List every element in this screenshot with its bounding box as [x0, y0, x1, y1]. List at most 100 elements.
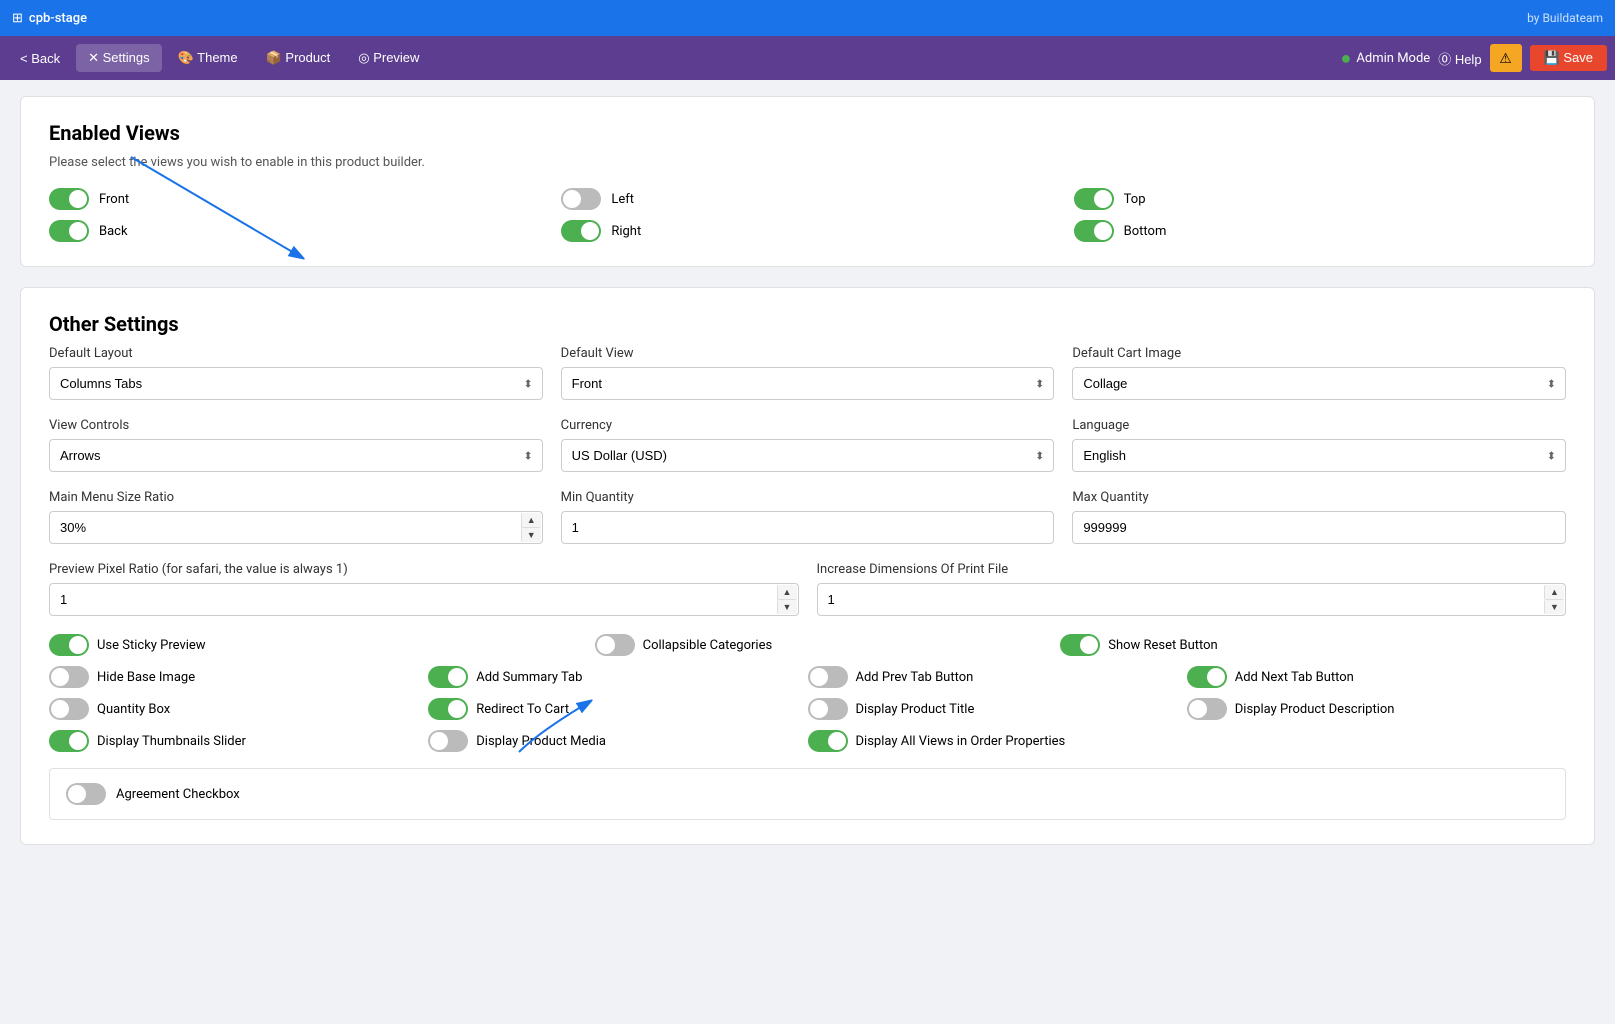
- add-prev-tab-label: Add Prev Tab Button: [856, 670, 974, 685]
- toggle-top: Top: [1074, 188, 1566, 210]
- preview-pixel-ratio-input[interactable]: [49, 583, 799, 616]
- language-field: Language English French: [1072, 418, 1566, 472]
- toggle-front: Front: [49, 188, 541, 210]
- settings-button[interactable]: ✕ Settings: [76, 44, 161, 72]
- save-button[interactable]: 💾 Save: [1530, 45, 1607, 71]
- toggle-back: Back: [49, 220, 541, 242]
- toggle-right: Right: [561, 220, 1053, 242]
- add-summary-tab-label: Add Summary Tab: [476, 670, 582, 685]
- warning-button[interactable]: ⚠: [1490, 44, 1522, 72]
- view-controls-field: View Controls Arrows Dots: [49, 418, 543, 472]
- main-menu-size-down[interactable]: ▼: [521, 528, 541, 542]
- help-button[interactable]: ⓪ Help: [1438, 49, 1481, 68]
- default-layout-label: Default Layout: [49, 346, 543, 361]
- max-quantity-input[interactable]: [1072, 511, 1566, 544]
- language-label: Language: [1072, 418, 1566, 433]
- hide-base-image-label: Hide Base Image: [97, 670, 195, 685]
- min-quantity-input[interactable]: [561, 511, 1055, 544]
- display-all-views-order-switch[interactable]: [808, 730, 848, 752]
- toggle-left: Left: [561, 188, 1053, 210]
- main-menu-size-ratio-label: Main Menu Size Ratio: [49, 490, 543, 505]
- toggle-show-reset-button: Show Reset Button: [1060, 634, 1566, 656]
- enabled-views-title: Enabled Views: [49, 121, 1566, 145]
- toggle-bottom-switch[interactable]: [1074, 220, 1114, 242]
- increase-dim-down[interactable]: ▼: [1544, 600, 1564, 614]
- main-menu-size-ratio-spinners: ▲ ▼: [521, 513, 541, 542]
- enabled-views-card: Enabled Views Please select the views yo…: [20, 96, 1595, 267]
- settings-row-1: Default Layout Columns Tabs Single Colum…: [49, 346, 1566, 400]
- currency-select[interactable]: US Dollar (USD) Euro (EUR): [561, 439, 1055, 472]
- toggle-left-label: Left: [611, 192, 634, 207]
- product-button[interactable]: 📦 Product: [254, 44, 343, 72]
- default-cart-image-select[interactable]: Collage Front: [1072, 367, 1566, 400]
- toggle-hide-base-image: Hide Base Image: [49, 666, 428, 688]
- default-layout-field: Default Layout Columns Tabs Single Colum…: [49, 346, 543, 400]
- default-cart-image-label: Default Cart Image: [1072, 346, 1566, 361]
- toggle-display-product-description: Display Product Description: [1187, 698, 1566, 720]
- main-menu-size-ratio-input[interactable]: [49, 511, 543, 544]
- display-product-description-switch[interactable]: [1187, 698, 1227, 720]
- default-cart-image-wrapper: Collage Front: [1072, 367, 1566, 400]
- default-view-label: Default View: [561, 346, 1055, 361]
- main-menu-size-up[interactable]: ▲: [521, 513, 541, 528]
- toggle-back-switch[interactable]: [49, 220, 89, 242]
- toggle-row-3: Quantity Box Redirect To Cart Display Pr…: [49, 698, 1566, 720]
- display-all-views-order-label: Display All Views in Order Properties: [856, 734, 1066, 749]
- theme-button[interactable]: 🎨 Theme: [166, 44, 250, 72]
- toggle-use-sticky-preview: Use Sticky Preview: [49, 634, 555, 656]
- display-thumbnails-slider-switch[interactable]: [49, 730, 89, 752]
- agreement-checkbox-switch[interactable]: [66, 783, 106, 805]
- toggle-display-product-media: Display Product Media: [428, 730, 807, 752]
- use-sticky-preview-switch[interactable]: [49, 634, 89, 656]
- hide-base-image-switch[interactable]: [49, 666, 89, 688]
- toggle-bottom: Bottom: [1074, 220, 1566, 242]
- preview-pixel-ratio-spinners: ▲ ▼: [777, 585, 797, 614]
- toggle-add-next-tab: Add Next Tab Button: [1187, 666, 1566, 688]
- preview-pixel-ratio-label: Preview Pixel Ratio (for safari, the val…: [49, 562, 799, 577]
- app-title: ⊞ cpb-stage: [12, 11, 87, 26]
- toggle-back-label: Back: [99, 224, 128, 239]
- views-col-2: Left Right: [561, 188, 1053, 242]
- view-controls-select[interactable]: Arrows Dots: [49, 439, 543, 472]
- toggle-collapsible-categories: Collapsible Categories: [555, 634, 1061, 656]
- increase-dimensions-wrapper: ▲ ▼: [817, 583, 1567, 616]
- default-view-select[interactable]: Front Back: [561, 367, 1055, 400]
- toggle-right-switch[interactable]: [561, 220, 601, 242]
- settings-row-4: Preview Pixel Ratio (for safari, the val…: [49, 562, 1566, 616]
- increase-dim-up[interactable]: ▲: [1544, 585, 1564, 600]
- add-prev-tab-switch[interactable]: [808, 666, 848, 688]
- currency-wrapper: US Dollar (USD) Euro (EUR): [561, 439, 1055, 472]
- redirect-to-cart-switch[interactable]: [428, 698, 468, 720]
- main-menu-size-ratio-wrapper: ▲ ▼: [49, 511, 543, 544]
- quantity-box-label: Quantity Box: [97, 702, 170, 717]
- add-next-tab-switch[interactable]: [1187, 666, 1227, 688]
- settings-row-2: View Controls Arrows Dots Currency US Do…: [49, 418, 1566, 472]
- toggle-row-2: Hide Base Image Add Summary Tab Add Prev…: [49, 666, 1566, 688]
- back-button[interactable]: < Back: [8, 45, 72, 72]
- display-product-media-switch[interactable]: [428, 730, 468, 752]
- toggle-display-thumbnails-slider: Display Thumbnails Slider: [49, 730, 428, 752]
- collapsible-categories-switch[interactable]: [595, 634, 635, 656]
- add-summary-tab-switch[interactable]: [428, 666, 468, 688]
- toggle-top-label: Top: [1124, 192, 1146, 207]
- toggle-front-switch[interactable]: [49, 188, 89, 210]
- toggle-top-switch[interactable]: [1074, 188, 1114, 210]
- toggle-bottom-label: Bottom: [1124, 224, 1167, 239]
- preview-button[interactable]: ◎ Preview: [346, 44, 431, 72]
- toggle-redirect-to-cart: Redirect To Cart: [428, 698, 807, 720]
- increase-dimensions-input[interactable]: [817, 583, 1567, 616]
- toggle-left-switch[interactable]: [561, 188, 601, 210]
- default-view-wrapper: Front Back: [561, 367, 1055, 400]
- currency-label: Currency: [561, 418, 1055, 433]
- show-reset-button-switch[interactable]: [1060, 634, 1100, 656]
- use-sticky-preview-label: Use Sticky Preview: [97, 638, 206, 653]
- max-quantity-label: Max Quantity: [1072, 490, 1566, 505]
- preview-pixel-up[interactable]: ▲: [777, 585, 797, 600]
- default-layout-select[interactable]: Columns Tabs Single Column: [49, 367, 543, 400]
- preview-pixel-down[interactable]: ▼: [777, 600, 797, 614]
- increase-dimensions-label: Increase Dimensions Of Print File: [817, 562, 1567, 577]
- display-product-title-switch[interactable]: [808, 698, 848, 720]
- toggle-row-4: Display Thumbnails Slider Display Produc…: [49, 730, 1566, 752]
- language-select[interactable]: English French: [1072, 439, 1566, 472]
- quantity-box-switch[interactable]: [49, 698, 89, 720]
